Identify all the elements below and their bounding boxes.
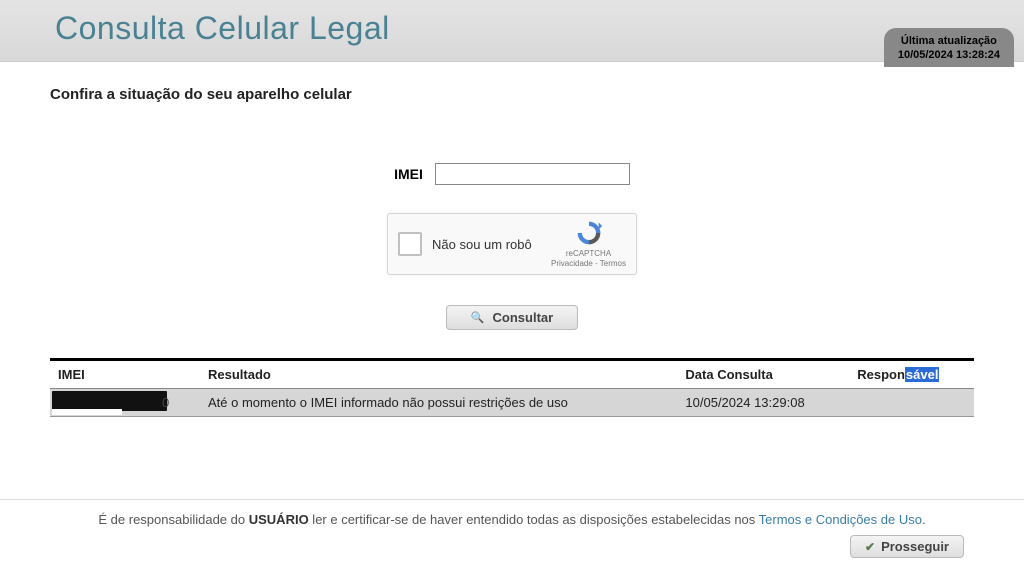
imei-label: IMEI: [394, 166, 423, 182]
recaptcha-widget: Não sou um robô reCAPTCHA Privacidade - …: [387, 213, 637, 275]
recaptcha-links[interactable]: Privacidade - Termos: [551, 259, 626, 269]
footer-disclaimer: É de responsabilidade do USUÁRIO ler e c…: [20, 512, 1004, 527]
table-header-row: IMEI Resultado Data Consulta Responsável: [50, 360, 974, 389]
update-value: 10/05/2024 13:28:24: [898, 49, 1000, 61]
prosseguir-button[interactable]: ✔ Prosseguir: [850, 535, 964, 558]
check-icon: ✔: [865, 540, 875, 554]
table-row: 0 Até o momento o IMEI informado não pos…: [50, 389, 974, 417]
recaptcha-label: Não sou um robô: [432, 237, 551, 252]
col-resultado: Resultado: [200, 360, 677, 389]
last-update-badge: Última atualização 10/05/2024 13:28:24: [884, 28, 1014, 67]
col-data: Data Consulta: [677, 360, 849, 389]
search-icon: 🔍: [471, 311, 485, 324]
consultar-label: Consultar: [493, 310, 554, 325]
cell-responsavel: [849, 389, 974, 417]
cell-resultado: Até o momento o IMEI informado não possu…: [200, 389, 677, 417]
results-table: IMEI Resultado Data Consulta Responsável…: [50, 358, 974, 417]
col-imei: IMEI: [50, 360, 200, 389]
consultar-button[interactable]: 🔍 Consultar: [446, 305, 578, 330]
col-responsavel: Responsável: [849, 360, 974, 389]
update-label: Última atualização: [901, 35, 997, 47]
recaptcha-checkbox[interactable]: [398, 232, 422, 256]
cell-imei: 0: [50, 389, 200, 417]
query-form: IMEI Não sou um robô reCAPTCHA Privacida…: [50, 163, 974, 330]
header: Consulta Celular Legal Última atualizaçã…: [0, 0, 1024, 62]
footer: É de responsabilidade do USUÁRIO ler e c…: [0, 499, 1024, 564]
redaction-mark: [52, 391, 167, 411]
imei-input[interactable]: [435, 163, 630, 185]
recaptcha-icon: [575, 219, 603, 247]
highlighted-selection: sável: [905, 367, 940, 382]
recaptcha-logo: reCAPTCHA Privacidade - Termos: [551, 219, 626, 268]
cell-data: 10/05/2024 13:29:08: [677, 389, 849, 417]
prosseguir-label: Prosseguir: [881, 539, 949, 554]
terms-link[interactable]: Termos e Condições de Uso: [759, 512, 922, 527]
recaptcha-brand: reCAPTCHA: [566, 249, 611, 259]
page-title: Consulta Celular Legal: [0, 0, 1024, 47]
subtitle: Confira a situação do seu aparelho celul…: [50, 86, 974, 103]
